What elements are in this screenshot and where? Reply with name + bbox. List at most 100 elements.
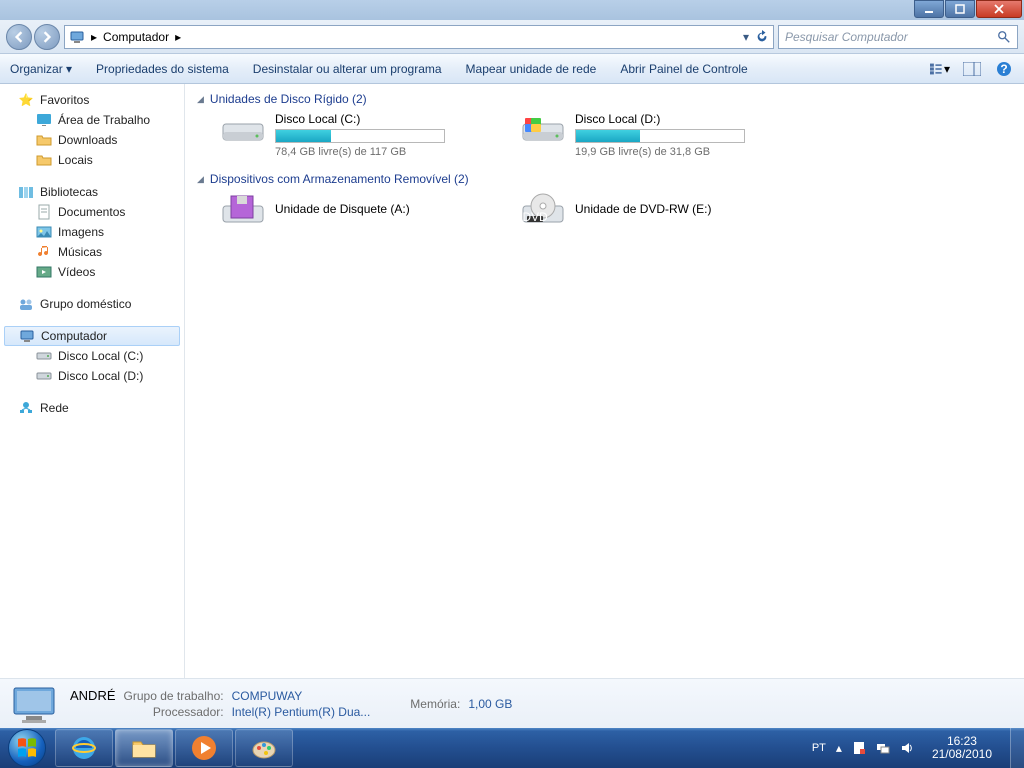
- taskbar: PT ▴ 16:23 21/08/2010: [0, 728, 1024, 768]
- pictures-icon: [36, 224, 52, 240]
- breadcrumb-root[interactable]: Computador: [103, 30, 169, 44]
- refresh-icon[interactable]: [755, 30, 769, 44]
- map-network-drive-button[interactable]: Mapear unidade de rede: [466, 62, 597, 76]
- folder-icon: [36, 132, 52, 148]
- maximize-button[interactable]: [945, 0, 975, 18]
- open-control-panel-button[interactable]: Abrir Painel de Controle: [620, 62, 747, 76]
- drive-item-floppy[interactable]: Unidade de Disquete (A:): [221, 192, 481, 228]
- drive-freespace: 78,4 GB livre(s) de 117 GB: [275, 146, 481, 158]
- back-button[interactable]: [6, 24, 32, 50]
- drive-freespace: 19,9 GB livre(s) de 31,8 GB: [575, 146, 781, 158]
- drive-name: Unidade de DVD-RW (E:): [575, 202, 712, 216]
- category-hard-drives[interactable]: ◢Unidades de Disco Rígido (2): [197, 92, 1012, 106]
- sidebar-item-label: Vídeos: [58, 265, 95, 279]
- start-button[interactable]: [0, 728, 54, 768]
- sidebar-network[interactable]: Rede: [0, 398, 184, 418]
- storage-bar: [275, 129, 445, 143]
- sidebar-item-label: Documentos: [58, 205, 125, 219]
- sidebar-homegroup[interactable]: Grupo doméstico: [0, 294, 184, 314]
- search-placeholder: Pesquisar Computador: [785, 30, 908, 44]
- organize-menu[interactable]: Organizar ▾: [10, 62, 72, 76]
- workgroup-value: COMPUWAY: [232, 689, 371, 703]
- workgroup-label: Grupo de trabalho:: [124, 689, 224, 703]
- network-tray-icon[interactable]: [876, 741, 890, 755]
- sidebar-item-label: Área de Trabalho: [58, 113, 150, 127]
- sidebar-computer[interactable]: Computador: [4, 326, 180, 346]
- show-desktop-button[interactable]: [1010, 728, 1024, 768]
- taskbar-media-player[interactable]: [175, 729, 233, 767]
- sidebar-item-label: Disco Local (C:): [58, 349, 143, 363]
- command-bar: Organizar ▾ Propriedades do sistema Desi…: [0, 54, 1024, 84]
- sidebar-item-label: Disco Local (D:): [58, 369, 143, 383]
- window-titlebar: [0, 0, 1024, 20]
- dvd-icon: DVD: [521, 192, 565, 228]
- clock[interactable]: 16:23 21/08/2010: [924, 735, 1000, 761]
- sidebar-item-pictures[interactable]: Imagens: [0, 222, 184, 242]
- minimize-button[interactable]: [914, 0, 944, 18]
- computer-icon: [69, 29, 85, 45]
- network-icon: [18, 400, 34, 416]
- computer-name: ANDRÉ: [70, 688, 116, 703]
- sidebar-libraries[interactable]: Bibliotecas: [0, 182, 184, 202]
- sidebar-item-music[interactable]: Músicas: [0, 242, 184, 262]
- sidebar-computer-label: Computador: [41, 329, 107, 343]
- breadcrumb-sep: ▸: [175, 30, 181, 44]
- taskbar-ie[interactable]: [55, 729, 113, 767]
- tray-chevron-icon[interactable]: ▴: [836, 741, 842, 755]
- view-options-icon[interactable]: ▾: [930, 59, 950, 79]
- taskbar-paint[interactable]: [235, 729, 293, 767]
- breadcrumb-sep: ▸: [91, 30, 97, 44]
- sidebar-item-label: Músicas: [58, 245, 102, 259]
- hdd-icon: [221, 112, 265, 148]
- sidebar-item-drive-d[interactable]: Disco Local (D:): [0, 366, 184, 386]
- drive-icon: [36, 348, 52, 364]
- forward-button[interactable]: [34, 24, 60, 50]
- collapse-icon: ◢: [197, 174, 204, 185]
- drive-name: Disco Local (C:): [275, 112, 481, 126]
- help-icon[interactable]: ?: [994, 59, 1014, 79]
- sidebar-item-label: Locais: [58, 153, 93, 167]
- volume-icon[interactable]: [900, 741, 914, 755]
- sidebar-item-documents[interactable]: Documentos: [0, 202, 184, 222]
- drive-item-dvd[interactable]: DVD Unidade de DVD-RW (E:): [521, 192, 781, 228]
- uninstall-program-button[interactable]: Desinstalar ou alterar um programa: [253, 62, 442, 76]
- drive-item-c[interactable]: Disco Local (C:) 78,4 GB livre(s) de 117…: [221, 112, 481, 158]
- memory-label: Memória:: [410, 697, 460, 711]
- drive-icon: [36, 368, 52, 384]
- close-button[interactable]: [976, 0, 1022, 18]
- drive-name: Disco Local (D:): [575, 112, 781, 126]
- action-center-icon[interactable]: [852, 741, 866, 755]
- computer-large-icon: [10, 684, 58, 724]
- sidebar-favorites[interactable]: ⭐Favoritos: [0, 90, 184, 110]
- storage-bar: [575, 129, 745, 143]
- floppy-icon: [221, 192, 265, 228]
- libraries-icon: [18, 184, 34, 200]
- preview-pane-icon[interactable]: [962, 59, 982, 79]
- folder-icon: [36, 152, 52, 168]
- svg-text:DVD: DVD: [522, 210, 548, 224]
- sidebar-item-desktop[interactable]: Área de Trabalho: [0, 110, 184, 130]
- system-tray: PT ▴ 16:23 21/08/2010: [802, 735, 1010, 761]
- language-indicator[interactable]: PT: [812, 742, 826, 754]
- category-removable[interactable]: ◢ Dispositivos com Armazenamento Removíve…: [197, 172, 1012, 186]
- sidebar-item-videos[interactable]: Vídeos: [0, 262, 184, 282]
- collapse-icon: ◢: [197, 94, 204, 105]
- video-icon: [36, 264, 52, 280]
- taskbar-explorer[interactable]: [115, 729, 173, 767]
- search-icon: [997, 30, 1011, 44]
- system-properties-button[interactable]: Propriedades do sistema: [96, 62, 229, 76]
- details-pane: ANDRÉ Grupo de trabalho: COMPUWAY Memóri…: [0, 678, 1024, 728]
- address-bar[interactable]: ▸ Computador ▸ ▾: [64, 25, 774, 49]
- sidebar-homegroup-label: Grupo doméstico: [40, 297, 131, 311]
- drive-item-d[interactable]: Disco Local (D:) 19,9 GB livre(s) de 31,…: [521, 112, 781, 158]
- search-box[interactable]: Pesquisar Computador: [778, 25, 1018, 49]
- sidebar-item-drive-c[interactable]: Disco Local (C:): [0, 346, 184, 366]
- document-icon: [36, 204, 52, 220]
- sidebar-item-downloads[interactable]: Downloads: [0, 130, 184, 150]
- category-label: Dispositivos com Armazenamento Removível…: [210, 172, 469, 186]
- address-dropdown-icon[interactable]: ▾: [743, 30, 749, 44]
- star-icon: ⭐: [18, 92, 34, 108]
- sidebar-item-recent[interactable]: Locais: [0, 150, 184, 170]
- sidebar-item-label: Downloads: [58, 133, 117, 147]
- computer-icon: [19, 328, 35, 344]
